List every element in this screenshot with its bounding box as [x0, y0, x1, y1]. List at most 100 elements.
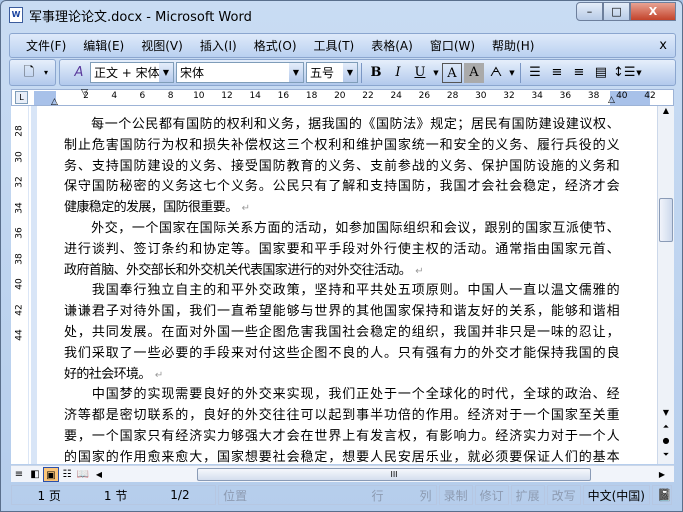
extend-selection-indicator[interactable]: 扩展	[510, 485, 545, 505]
character-border-icon[interactable]: A	[441, 62, 462, 83]
outline-view-icon[interactable]: ☷	[59, 467, 75, 482]
status-pages: 1/2	[170, 488, 190, 502]
align-center-icon[interactable]: ≡	[547, 63, 567, 83]
status-page: 1 页	[37, 488, 61, 503]
font-select[interactable]: 宋体 ▼	[175, 62, 304, 83]
web-layout-view-icon[interactable]: ◧	[27, 467, 43, 482]
scroll-down-icon[interactable]: ▼	[659, 406, 673, 420]
horizontal-ruler[interactable]: L 2 4 6 8 10 12 14 16 18 20 22 24 26 28 30 32 34 36 38 40 42…	[11, 88, 674, 107]
menu-help[interactable]: 帮助(H)	[492, 37, 534, 54]
vertical-ruler-number: 44	[14, 329, 25, 341]
text-line: 要，一个国家只有经济实力够强大才会在世界上有发言权，有影响力。经济实力对于一个人	[64, 427, 620, 448]
text-line: 务、支持国防建设的义务、接受国防教育的义务、支前参战的义务、保护国防设施的义务和	[64, 157, 620, 178]
status-position: 位置	[223, 488, 248, 503]
styles-icon[interactable]: A	[69, 63, 89, 83]
style-select[interactable]: 正文 + 宋体 ▼	[89, 62, 174, 83]
scroll-left-icon[interactable]: ◀	[91, 467, 107, 482]
paragraph-mark: ↵	[415, 265, 423, 277]
new-document-icon[interactable]: 🗋	[19, 63, 39, 83]
menu-edit[interactable]: 编辑(E)	[83, 37, 124, 54]
line-text: 处，共同发展。在面对外国一些企图危害我国社会稳定的组织，我国并非只是一味的忍让，	[64, 324, 620, 340]
ruler-number: 10	[193, 91, 205, 101]
text-line: 保守国防秘密的义务这七个义务。公民只有了解和支持国防，我国才会社会稳定，经济才会	[64, 177, 620, 198]
minimize-button[interactable]: –	[576, 2, 603, 21]
underline-button[interactable]: U	[410, 63, 430, 83]
spelling-status-icon[interactable]: 📓	[652, 485, 672, 505]
word-window: W 军事理论论文.docx - Microsoft Word – □ X 文件(…	[0, 0, 683, 512]
scroll-thumb[interactable]	[659, 198, 673, 242]
line-text: 外交，一个国家在国际关系方面的活动，如参加国际组织和会议，跟别的国家互派使节、	[64, 221, 619, 236]
line-text: 谦谦君子对待外国，我们一直希望能够与世界的其他国家保持和谐友好的关系，能够和谐相	[64, 304, 620, 320]
ruler-number: 32	[503, 91, 515, 101]
distributed-align-icon[interactable]: ▤	[591, 63, 611, 83]
ruler-number: 14	[249, 91, 261, 101]
ruler-number: 24	[390, 91, 402, 101]
position-info: 位置 行 列	[218, 485, 437, 505]
window-title: 军事理论论文.docx - Microsoft Word	[29, 9, 252, 25]
next-page-icon[interactable]: ⏷	[659, 448, 673, 462]
character-scaling-icon[interactable]: ᗅ	[486, 63, 506, 83]
paragraph-mark: ↵	[241, 203, 250, 215]
underline-dropdown-icon[interactable]: ▼	[432, 63, 440, 83]
title-bar: W 军事理论论文.docx - Microsoft Word	[9, 5, 252, 25]
menu-view[interactable]: 视图(V)	[141, 37, 183, 54]
status-line: 行	[371, 488, 384, 503]
first-line-indent-marker[interactable]: ▽	[81, 88, 88, 98]
document-page[interactable]: 每一个公民都有国防的权利和义务，据我国的《国防法》规定；居民有国防建设建议权、制…	[31, 106, 658, 464]
menu-tools[interactable]: 工具(T)	[314, 37, 355, 54]
line-text: 我国奉行独立自主的和平外交政策，坚持和平共处五项原则。中国人一直以温文儒雅的	[64, 283, 620, 299]
maximize-button[interactable]: □	[603, 2, 630, 21]
reading-layout-view-icon[interactable]: 📖	[75, 467, 91, 482]
ruler-number: 42	[644, 91, 656, 101]
justify-icon[interactable]: ☰	[525, 63, 545, 83]
close-button[interactable]: X	[630, 2, 676, 21]
ruler-number: 20	[334, 91, 346, 101]
print-layout-view-icon[interactable]: ▣	[43, 466, 59, 482]
overtype-indicator[interactable]: 改写	[546, 485, 581, 505]
line-spacing-dropdown-icon[interactable]: ▼	[635, 63, 643, 83]
scroll-up-icon[interactable]: ▲	[659, 106, 673, 118]
line-spacing-icon[interactable]: ↕☰	[613, 63, 636, 83]
text-line: 政府首脑、外交部长和外交机关代表国家进行的对外交往活动。 ↵	[64, 261, 619, 282]
text-line: 济等都是密切联系的，良好的外交往往可以起到事半功倍的作用。经济对于一个国家至关重	[64, 406, 620, 427]
ruler-number: 28	[446, 91, 459, 101]
text-line: 谦谦君子对待外国，我们一直希望能够与世界的其他国家保持和谐友好的关系，能够和谐相	[64, 302, 620, 323]
character-shading-icon[interactable]: A	[463, 62, 484, 83]
vertical-scrollbar[interactable]: ▲ ▼ ⏶ ● ⏷	[657, 106, 674, 464]
text-line: 的国家的作用愈来愈大，国家想要社会稳定，想要人民安居乐业，就必须要保证人们的基本	[64, 448, 620, 464]
menu-file[interactable]: 文件(F)	[26, 37, 66, 54]
document-area: 28 30 32 34 36 38 40 42 44 每一个公民都有国防的权利和义务，据我国的《…	[11, 106, 674, 464]
line-text: 保守国防秘密的义务这七个义务。公民只有了解和支持国防，我国才会社会稳定，经济才会	[64, 179, 620, 195]
paragraph: 我国奉行独立自主的和平外交政策，坚持和平共处五项原则。中国人一直以温文儒雅的 谦谦…	[64, 281, 620, 385]
menu-table[interactable]: 表格(A)	[371, 37, 413, 54]
text-line: 制止危害国防行为权和损失补偿权这三个权利和维护国家统一和安全的义务、履行兵役的义	[64, 136, 620, 157]
select-browse-object-icon[interactable]: ●	[659, 434, 673, 448]
tab-selector[interactable]: L	[15, 91, 28, 104]
italic-button[interactable]: I	[388, 63, 408, 83]
scroll-right-icon[interactable]: ▶	[654, 467, 670, 482]
track-changes-indicator[interactable]: 修订	[474, 485, 509, 505]
bold-button[interactable]: B	[366, 63, 386, 83]
vertical-ruler[interactable]: 28 30 32 34 36 38 40 42 44	[11, 106, 29, 464]
status-column: 列	[419, 488, 432, 503]
font-value: 宋体	[179, 66, 204, 80]
right-indent-marker[interactable]: △	[608, 95, 615, 105]
menu-insert[interactable]: 插入(I)	[200, 37, 237, 54]
vertical-ruler-number: 40	[14, 278, 25, 290]
font-size-value: 五号	[309, 66, 334, 80]
font-size-select[interactable]: 五号 ▼	[305, 62, 358, 83]
align-right-icon[interactable]: ≡	[569, 63, 589, 83]
previous-page-icon[interactable]: ⏶	[659, 420, 673, 434]
menu-window[interactable]: 窗口(W)	[430, 37, 475, 54]
line-text: 济等都是密切联系的，良好的外交往往可以起到事半功倍的作用。经济对于一个国家至关重	[64, 408, 620, 424]
view-and-horizontal-scroll-bar: ≡ ◧ ▣ ☷ 📖 ◀ III ▶	[11, 465, 674, 482]
language-indicator[interactable]: 中文(中国)	[582, 485, 650, 505]
line-text: 进行谈判、签订条约和协定等。国家要和平手段对外行使主权的活动。通常指由国家元首、	[64, 241, 620, 257]
record-macro-indicator[interactable]: 录制	[438, 485, 473, 505]
scaling-dropdown-icon[interactable]: ▼	[508, 63, 516, 83]
normal-view-icon[interactable]: ≡	[11, 467, 27, 482]
horizontal-scroll-thumb[interactable]: III	[197, 468, 591, 481]
menu-format[interactable]: 格式(O)	[254, 37, 297, 54]
toolbar-options-icon[interactable]: ▾	[41, 63, 51, 83]
close-document-button[interactable]: x	[659, 38, 667, 53]
